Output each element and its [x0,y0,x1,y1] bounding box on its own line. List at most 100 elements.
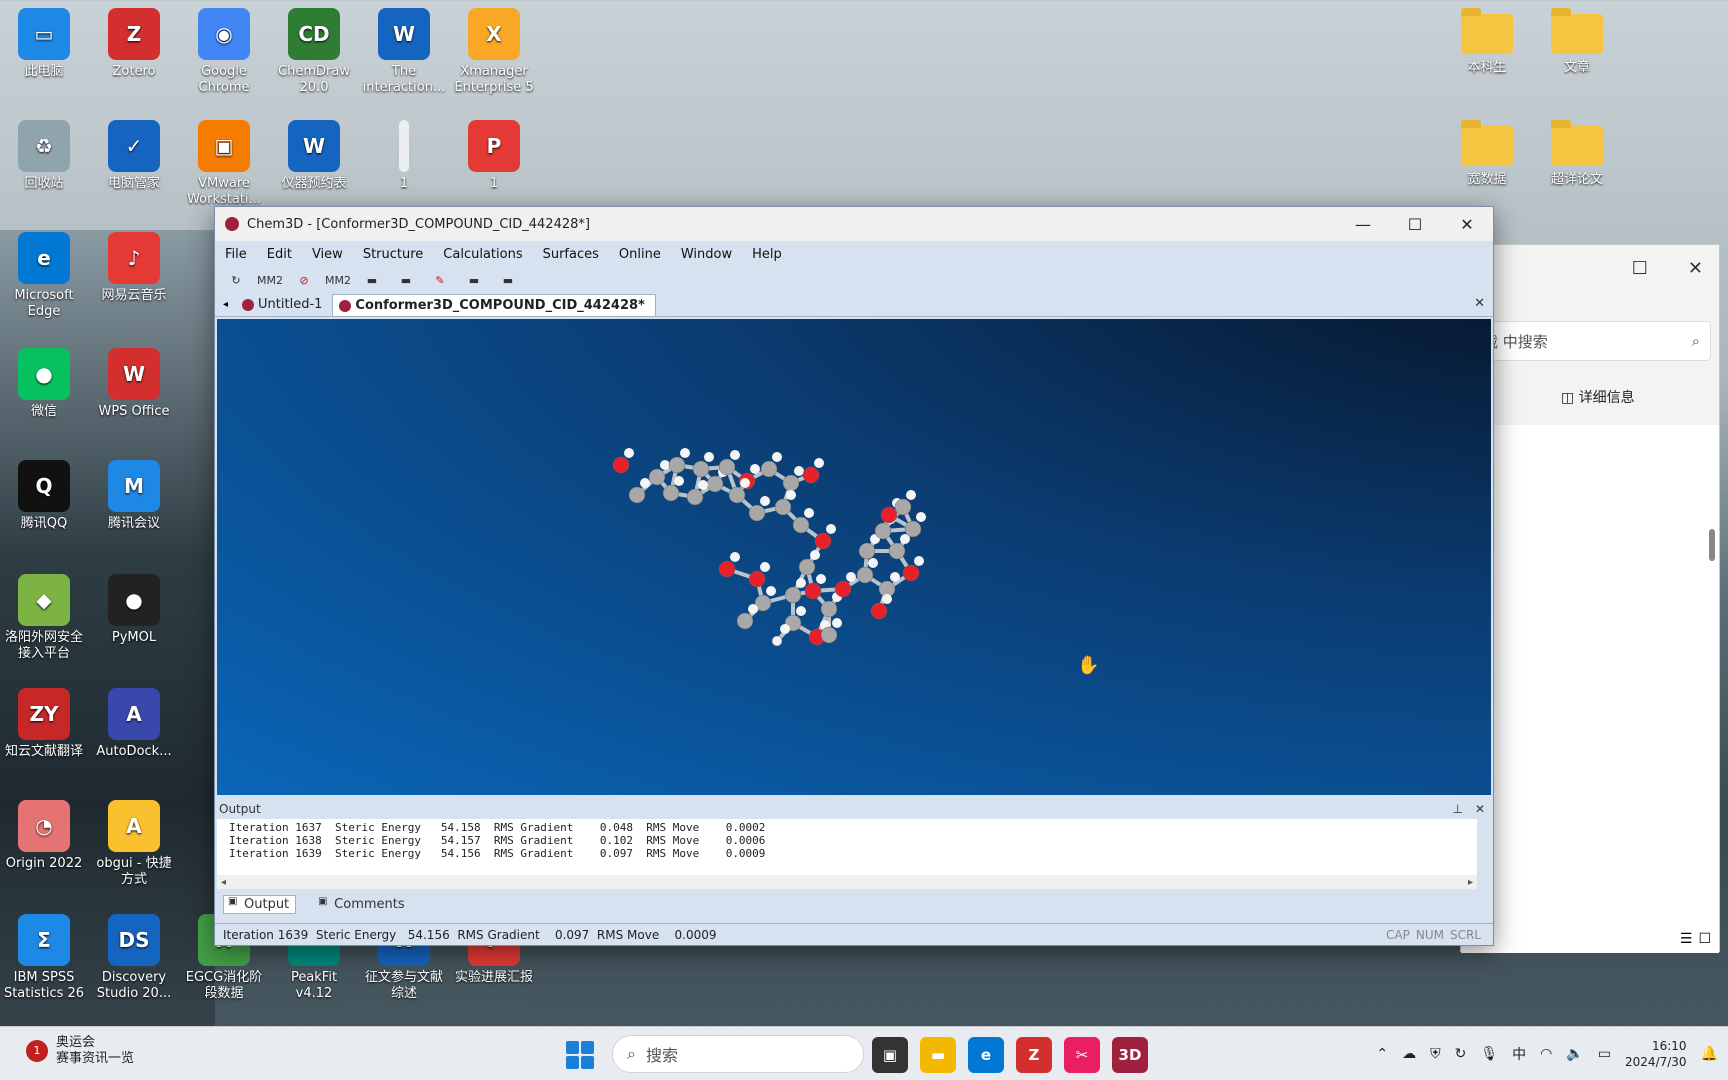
toolbar-button-icon[interactable]: MM2 [325,271,351,289]
news-widget[interactable]: 1 奥运会 赛事资讯一览 [26,1035,134,1067]
carbon-atom[interactable] [774,498,792,516]
taskbar-app-edge[interactable]: e [968,1037,1004,1073]
oxygen-atom[interactable] [902,564,920,582]
minimize-icon[interactable]: — [1337,215,1389,234]
sync-icon[interactable]: ↻ [1455,1046,1467,1062]
output-horizontal-scrollbar[interactable]: ◂ ▸ [217,875,1477,889]
menu-item-surfaces[interactable]: Surfaces [543,247,599,262]
carbon-atom[interactable] [894,498,912,516]
close-icon[interactable]: ✕ [1688,258,1703,279]
taskbar-search-input[interactable]: ⌕ 搜索 [612,1035,864,1073]
carbon-atom[interactable] [662,484,680,502]
ime-indicator[interactable]: 中 [1512,1044,1526,1064]
menu-item-file[interactable]: File [225,247,247,262]
desktop-icon[interactable]: ♻ 回收站 [1,120,87,192]
pin-icon[interactable]: ⊥ [1453,802,1463,816]
desktop-icon[interactable]: ◉ Google Chrome [181,8,267,96]
tile-view-icon[interactable]: ☐ [1698,931,1711,947]
scroll-right-icon[interactable]: ▸ [1468,877,1473,888]
desktop-icon[interactable]: ● 微信 [1,348,87,420]
oxygen-atom[interactable] [870,602,888,620]
toolbar-button-icon[interactable]: ▬ [497,271,519,289]
carbon-atom[interactable] [668,456,686,474]
output-tab[interactable]: Output [223,894,297,914]
security-icon[interactable]: ⛨ [1430,1046,1441,1062]
carbon-atom[interactable] [748,504,766,522]
desktop-icon[interactable]: ZY 知云文献翻译 [1,688,87,760]
oxygen-atom[interactable] [880,506,898,524]
menu-item-online[interactable]: Online [619,247,661,262]
desktop-icon[interactable]: 1 [361,120,447,192]
toolbar-button-icon[interactable]: ↻ [225,271,247,289]
desktop-folder[interactable]: 本科生 [1444,8,1530,76]
taskbar-app-snipping[interactable]: ✂ [1064,1037,1100,1073]
explorer-search-input[interactable]: 下载 中搜索 ⌕ [1461,321,1711,361]
toolbar-button-icon[interactable]: ▬ [395,271,417,289]
scroll-left-icon[interactable]: ◂ [221,877,226,888]
close-tab-icon[interactable]: ✕ [1474,296,1485,311]
desktop-icon[interactable]: ◔ Origin 2022 [1,800,87,872]
desktop-icon[interactable]: ✓ 电脑管家 [91,120,177,192]
oxygen-atom[interactable] [802,466,820,484]
carbon-atom[interactable] [692,460,710,478]
carbon-atom[interactable] [904,520,922,538]
toolbar-button-icon[interactable]: ⊘ [293,271,315,289]
desktop-icon[interactable]: Q 腾讯QQ [1,460,87,532]
carbon-atom[interactable] [888,542,906,560]
carbon-atom[interactable] [628,486,646,504]
desktop-icon[interactable]: ◆ 洛阳外网安全接入平台 [1,574,87,662]
menu-item-calculations[interactable]: Calculations [443,247,522,262]
maximize-icon[interactable]: ☐ [1389,215,1441,234]
molecule-model[interactable] [217,319,1491,795]
carbon-atom[interactable] [782,474,800,492]
battery-icon[interactable]: ▭ [1598,1046,1611,1062]
oxygen-atom[interactable] [718,560,736,578]
menu-item-structure[interactable]: Structure [363,247,423,262]
carbon-atom[interactable] [798,558,816,576]
oxygen-atom[interactable] [834,580,852,598]
desktop-icon[interactable]: X Xmanager Enterprise 5 [451,8,537,96]
carbon-atom[interactable] [820,626,838,644]
carbon-atom[interactable] [718,458,736,476]
close-output-icon[interactable]: ✕ [1475,802,1485,816]
desktop-icon[interactable]: ▭ 此电脑 [1,8,87,80]
carbon-atom[interactable] [820,600,838,618]
notification-bell-icon[interactable]: 🔔 [1701,1046,1718,1062]
desktop-icon[interactable]: e Microsoft Edge [1,232,87,320]
toolbar-button-icon[interactable]: ✎ [429,271,451,289]
molecule-viewport[interactable]: ✋ [217,319,1491,795]
hydrogen-atom[interactable] [771,635,783,647]
carbon-atom[interactable] [792,516,810,534]
desktop-icon[interactable]: Aobgui - 快捷方式 [91,800,177,888]
desktop-icon[interactable]: ♪ 网易云音乐 [91,232,177,304]
toolbar-button-icon[interactable]: ▬ [463,271,485,289]
details-button[interactable]: ◫ 详细信息 [1561,387,1635,407]
carbon-atom[interactable] [760,460,778,478]
desktop-icon[interactable]: W The interaction... [361,8,447,96]
oxygen-atom[interactable] [814,532,832,550]
carbon-atom[interactable] [858,542,876,560]
toolbar-button-icon[interactable]: ▬ [361,271,383,289]
desktop-icon[interactable]: M 腾讯会议 [91,460,177,532]
desktop-icon[interactable]: DS Discovery Studio 20... [91,914,177,1002]
taskbar-app-chem3d[interactable]: 3D [1112,1037,1148,1073]
carbon-atom[interactable] [736,612,754,630]
taskbar-app-file-explorer[interactable]: ▬ [920,1037,956,1073]
desktop-icon[interactable]: ▣ VMware Workstati... [181,120,267,208]
taskbar-app-zotero[interactable]: Z [1016,1037,1052,1073]
desktop-icon[interactable]: W WPS Office [91,348,177,420]
menu-item-window[interactable]: Window [681,247,732,262]
maximize-icon[interactable]: ☐ [1632,258,1648,279]
list-view-icon[interactable]: ☰ [1680,931,1693,947]
carbon-atom[interactable] [686,488,704,506]
desktop-icon[interactable]: CD ChemDraw 20.0 [271,8,357,96]
desktop-icon[interactable]: ● PyMOL [91,574,177,646]
oxygen-atom[interactable] [748,570,766,588]
chem3d-window[interactable]: Chem3D - [Conformer3D_COMPOUND_CID_44242… [214,206,1494,946]
desktop-folder[interactable]: 宽数据 [1444,120,1530,188]
file-explorer-window[interactable]: ☐ ✕ 下载 中搜索 ⌕ ◫ 详细信息 ☰ ☐ [1460,244,1720,953]
taskbar-app-task-view[interactable]: ▣ [872,1037,908,1073]
cloud-icon[interactable]: ☁ [1402,1046,1416,1062]
start-button[interactable] [566,1041,594,1069]
carbon-atom[interactable] [784,586,802,604]
